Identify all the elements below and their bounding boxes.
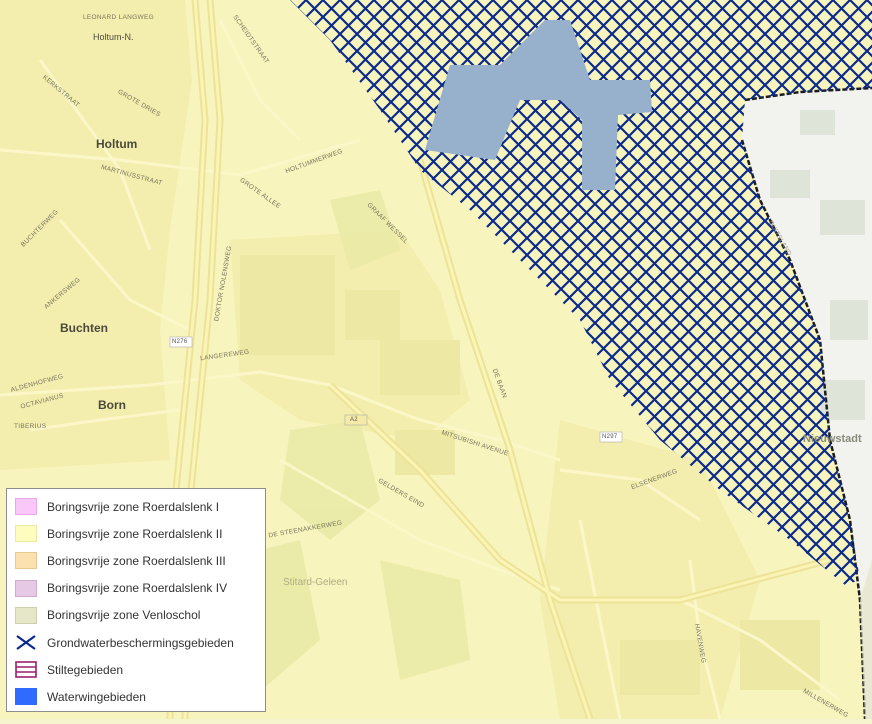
legend-item-venloschol[interactable]: Boringsvrije zone Venloschol: [15, 602, 265, 629]
legend-item-grondwaterbescherming[interactable]: Grondwaterbeschermingsgebieden: [15, 629, 265, 656]
legend-label: Boringsvrije zone Roerdalslenk I: [47, 499, 220, 514]
street-label: TIBERIUS: [14, 423, 47, 430]
road-shield-label: N276: [172, 339, 188, 345]
legend-item-roerdalslenk-iv[interactable]: Boringsvrije zone Roerdalslenk IV: [15, 575, 265, 602]
legend-item-roerdalslenk-iii[interactable]: Boringsvrije zone Roerdalslenk III: [15, 547, 265, 574]
legend-label: Stiltegebieden: [47, 662, 124, 677]
map-legend: Boringsvrije zone Roerdalslenk I Borings…: [6, 488, 266, 712]
legend-swatch: [15, 552, 37, 570]
legend-label: Boringsvrije zone Roerdalslenk III: [47, 553, 226, 568]
legend-hatch-swatch: [15, 634, 37, 651]
legend-swatch: [15, 688, 37, 706]
legend-swatch: [15, 606, 37, 624]
legend-item-roerdalslenk-i[interactable]: Boringsvrije zone Roerdalslenk I: [15, 493, 265, 520]
place-label-born: Born: [98, 398, 126, 412]
street-label: LEONARD LANGWEG: [83, 14, 154, 21]
legend-swatch: [15, 525, 37, 543]
legend-swatch: [15, 579, 37, 597]
legend-label: Boringsvrije zone Roerdalslenk II: [47, 526, 223, 541]
place-label-buchten: Buchten: [60, 321, 108, 335]
legend-label: Grondwaterbeschermingsgebieden: [47, 635, 234, 650]
legend-label: Boringsvrije zone Venloschol: [47, 608, 201, 623]
legend-item-roerdalslenk-ii[interactable]: Boringsvrije zone Roerdalslenk II: [15, 520, 265, 547]
place-label-holtum: Holtum: [96, 137, 138, 151]
place-label-nieuwstadt: Nieuwstadt: [803, 433, 862, 445]
place-label-holtum-n: Holtum-N.: [93, 32, 134, 42]
place-label-stitard-geleen: Stitard-Geleen: [283, 577, 348, 588]
road-shield-label: N297: [602, 434, 618, 440]
road-shield-label: A2: [350, 417, 358, 423]
legend-label: Boringsvrije zone Roerdalslenk IV: [47, 581, 228, 596]
legend-stripe-swatch: [15, 661, 37, 679]
legend-label: Waterwingebieden: [47, 689, 146, 704]
legend-item-stiltegebieden[interactable]: Stiltegebieden: [15, 656, 265, 683]
legend-item-waterwingebieden[interactable]: Waterwingebieden: [15, 683, 265, 710]
legend-swatch: [15, 498, 37, 516]
